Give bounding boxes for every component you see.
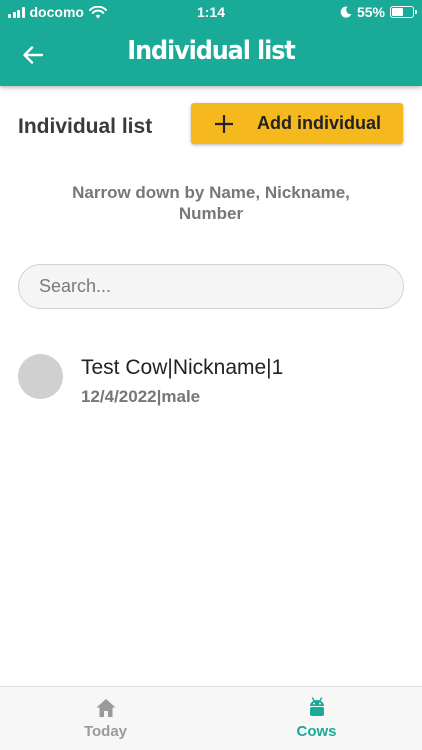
filter-hint: Narrow down by Name, Nickname, Number [72,183,350,223]
tab-today-label: Today [83,723,128,740]
item-title: Test Cow|Nickname|1 [81,356,284,379]
add-individual-label: Add individual [257,113,381,133]
tab-today[interactable]: Today [0,687,211,750]
section-heading: Individual list [18,115,153,138]
tab-cows-label: Cows [296,723,337,740]
battery-percent: 55% [356,4,385,20]
bottom-tab-bar: Today Cows [0,686,422,750]
android-icon [306,697,328,719]
moon-icon [340,6,352,18]
page-title: Individual list [127,36,295,66]
add-individual-button[interactable]: Add individual [191,103,403,144]
plus-icon [215,114,233,133]
avatar [18,354,63,399]
search-input[interactable] [37,275,385,298]
status-right: 55% [340,4,417,20]
list-item[interactable]: Test Cow|Nickname|1 12/4/2022|male [18,352,404,408]
search-box[interactable] [18,264,404,309]
status-bar: docomo 1:14 55% [0,0,422,24]
home-icon [95,697,117,719]
battery-icon [390,6,417,18]
item-subtitle: 12/4/2022|male [81,387,201,406]
app-header: docomo 1:14 55% Individual list [0,0,422,86]
battery-fill [392,8,403,16]
tab-cows[interactable]: Cows [211,687,422,750]
